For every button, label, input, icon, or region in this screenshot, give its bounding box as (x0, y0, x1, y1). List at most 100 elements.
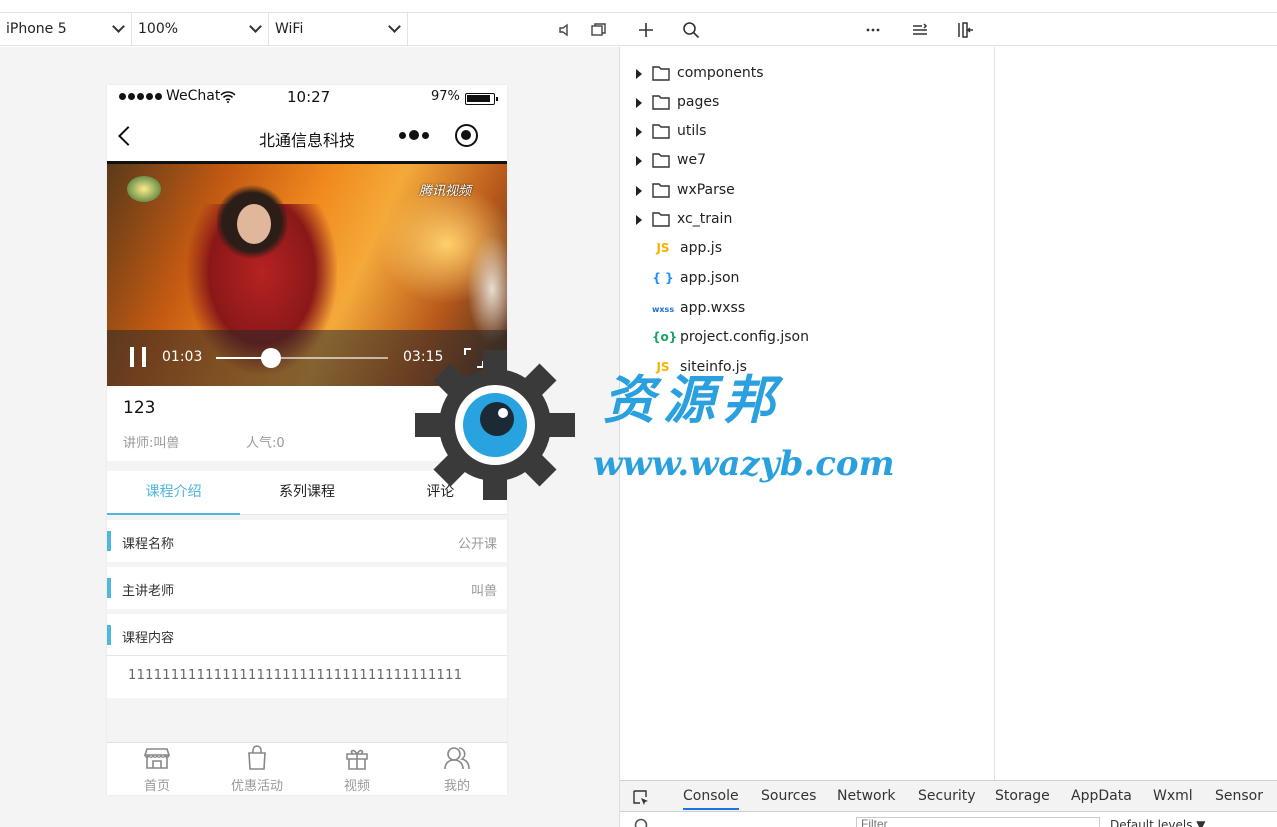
tree-file[interactable]: {o} project.config.json (620, 325, 995, 351)
debug-tab-appdata[interactable]: AppData (1071, 788, 1132, 804)
toggle-panel-icon[interactable] (957, 21, 975, 39)
course-title: 123 (123, 398, 156, 418)
folder-icon (652, 124, 670, 139)
chevron-down-icon (249, 20, 262, 33)
more-options-icon[interactable] (864, 21, 882, 39)
phone-screen: WeChat 10:27 97% 北通信息科技 腾讯视频 01:03 03:15… (107, 85, 507, 795)
tree-folder[interactable]: xc_train (620, 207, 995, 233)
tab-comments[interactable]: 评论 (374, 471, 507, 514)
info-row-value: 公开课 (457, 537, 497, 552)
file-tree-toolbar (620, 12, 995, 46)
tabbar-label: 优惠活动 (230, 779, 283, 794)
tree-folder-label: wxParse (677, 182, 735, 198)
file-type-icon: {o} (652, 330, 678, 344)
course-tabs: 课程介绍 系列课程 评论 (107, 471, 507, 515)
status-time: 10:27 (287, 88, 331, 106)
inspect-element-icon[interactable] (632, 789, 650, 807)
tabbar-item-video[interactable]: 视频 (307, 743, 407, 795)
debug-tab-network[interactable]: Network (837, 788, 895, 804)
gift-icon (346, 749, 368, 770)
debugger-tabs: Console Sources Network Security Storage AppD… (620, 780, 1277, 812)
folder-icon (652, 153, 670, 168)
device-select-value: iPhone 5 (6, 21, 67, 37)
tree-folder[interactable]: components (620, 61, 995, 87)
tabbar-item-home[interactable]: 首页 (107, 743, 207, 795)
devtools-window: iPhone 5 100% WiFi WeChat 10:27 97% 北通信息… (0, 0, 1277, 827)
course-price: 免费 (464, 436, 491, 451)
expand-arrow-icon[interactable] (636, 98, 642, 108)
tree-folder-label: pages (677, 94, 720, 110)
expand-arrow-icon[interactable] (636, 186, 642, 196)
course-content-body: 111111111111111111111111111111111111111 (107, 656, 507, 698)
network-select[interactable]: WiFi (269, 12, 408, 46)
tree-file[interactable]: wxss app.wxss (620, 296, 995, 322)
battery-icon (465, 93, 498, 105)
tabbar-item-mine[interactable]: 我的 (407, 743, 507, 795)
more-icon[interactable] (399, 130, 429, 140)
folder-icon (652, 183, 670, 198)
file-type-icon: { } (652, 270, 674, 285)
course-popularity: 人气:0 (246, 436, 285, 451)
info-row-value: 叫兽 (470, 584, 497, 599)
expand-arrow-icon[interactable] (636, 156, 642, 166)
tree-file-label: project.config.json (680, 329, 809, 345)
debug-tab-console[interactable]: Console (683, 788, 739, 810)
debug-tab-sources[interactable]: Sources (761, 788, 816, 804)
debug-tab-storage[interactable]: Storage (995, 788, 1050, 804)
accent-bar (107, 625, 111, 645)
navigation-bar: 北通信息科技 (107, 111, 507, 164)
clear-console-icon[interactable] (634, 818, 648, 827)
folder-icon (652, 66, 670, 81)
tree-folder[interactable]: pages (620, 90, 995, 116)
info-row-content: 课程内容 (107, 614, 507, 656)
zoom-select[interactable]: 100% (132, 12, 269, 46)
tree-file[interactable]: { } app.json (620, 266, 995, 292)
expand-arrow-icon[interactable] (636, 127, 642, 137)
simulator-toolbar: iPhone 5 100% WiFi (0, 12, 620, 46)
close-miniprogram-icon[interactable] (455, 124, 478, 147)
device-select[interactable]: iPhone 5 (0, 12, 132, 46)
pause-icon[interactable] (130, 347, 146, 367)
shopping-bag-icon (248, 745, 266, 770)
tree-file[interactable]: JS app.js (620, 236, 995, 262)
info-row-label: 课程名称 (122, 537, 175, 552)
store-icon (144, 748, 170, 769)
carrier-name: WeChat (166, 88, 221, 104)
tree-folder-label: utils (677, 123, 707, 139)
chevron-down-icon (388, 20, 401, 33)
collapse-all-icon[interactable] (911, 21, 929, 39)
battery-percent: 97% (431, 89, 460, 104)
network-select-value: WiFi (275, 21, 304, 37)
console-filter-bar: Default levels ▼ (620, 812, 1277, 827)
tabbar-item-promotions[interactable]: 优惠活动 (207, 743, 307, 795)
video-progress-bar[interactable] (216, 348, 388, 368)
signal-icon (119, 93, 162, 100)
add-icon[interactable] (637, 21, 655, 39)
channel-emblem (127, 176, 161, 202)
tree-folder[interactable]: we7 (620, 148, 995, 174)
info-row-label: 主讲老师 (122, 584, 175, 599)
tabbar-label: 我的 (443, 779, 470, 794)
console-filter-input[interactable] (856, 817, 1100, 827)
video-progress-thumb[interactable] (261, 348, 282, 368)
tree-folder-label: we7 (677, 152, 706, 168)
video-player[interactable]: 腾讯视频 01:03 03:15 (107, 164, 507, 386)
debug-tab-sensor[interactable]: Sensor (1215, 788, 1263, 804)
search-icon[interactable] (682, 21, 700, 39)
file-type-icon: JS (656, 359, 670, 374)
debug-tab-security[interactable]: Security (918, 788, 976, 804)
debug-tab-wxml[interactable]: Wxml (1153, 788, 1193, 804)
tree-folder[interactable]: utils (620, 119, 995, 145)
tree-folder[interactable]: wxParse (620, 178, 995, 204)
fullscreen-icon[interactable] (463, 347, 485, 369)
tab-series-courses[interactable]: 系列课程 (240, 471, 373, 514)
tab-course-intro[interactable]: 课程介绍 (107, 471, 241, 515)
expand-arrow-icon[interactable] (636, 69, 642, 79)
detach-window-icon[interactable] (589, 21, 607, 39)
tree-file[interactable]: JS siteinfo.js (620, 355, 995, 381)
expand-arrow-icon[interactable] (636, 215, 642, 225)
speaker-icon[interactable] (557, 21, 575, 39)
log-levels-select[interactable]: Default levels ▼ (1110, 818, 1206, 827)
users-icon (444, 747, 470, 770)
zoom-select-value: 100% (138, 21, 179, 37)
